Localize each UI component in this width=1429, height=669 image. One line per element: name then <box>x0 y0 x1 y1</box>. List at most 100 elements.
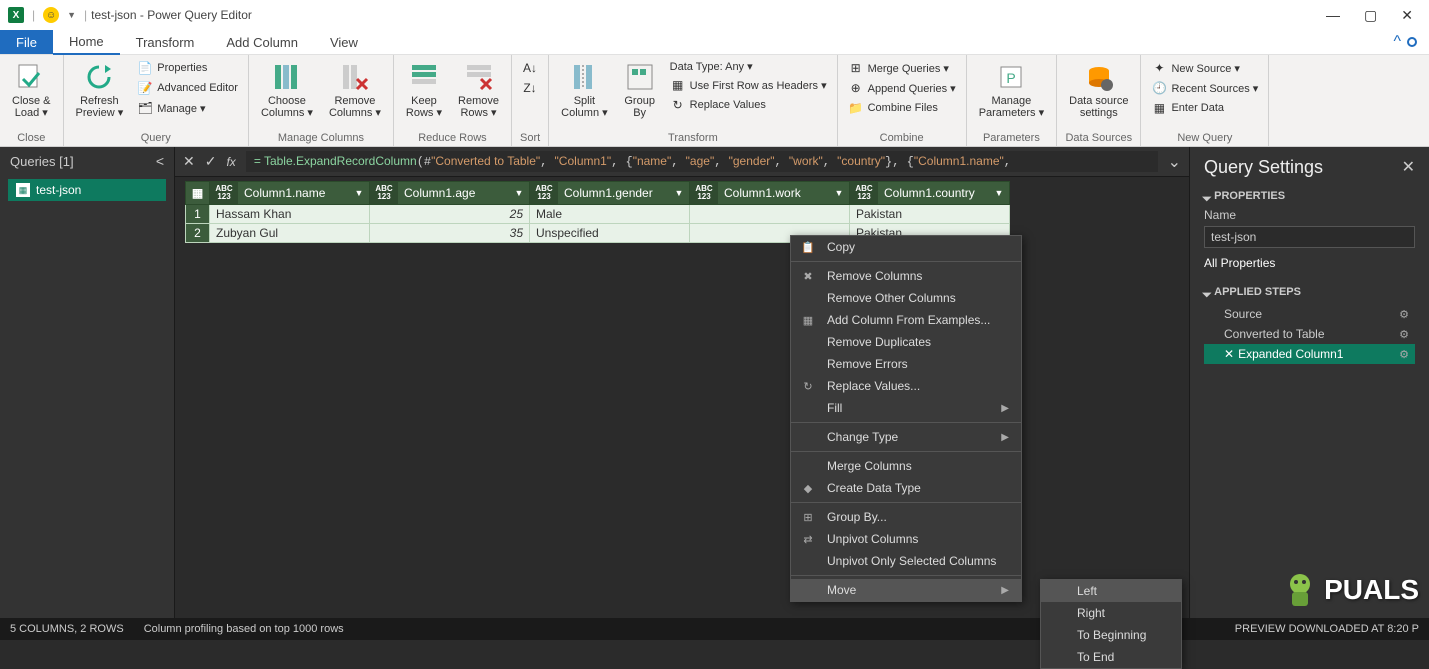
title-bar: X | ☺ ▼ | test-json - Power Query Editor… <box>0 0 1429 30</box>
tab-add-column[interactable]: Add Column <box>210 31 314 54</box>
cancel-formula-button[interactable]: ✕ <box>183 153 195 170</box>
first-row-headers-button[interactable]: ▦Use First Row as Headers ▾ <box>668 76 829 94</box>
type-icon: ABC123 <box>210 182 238 204</box>
delete-step-icon[interactable]: ✕ <box>1224 347 1234 361</box>
fx-icon[interactable]: fx <box>226 155 235 169</box>
menu-copy[interactable]: 📋Copy <box>791 236 1021 258</box>
manage-button[interactable]: 🗂Manage ▾ <box>135 99 240 117</box>
menu-unpivot-columns[interactable]: ⇄Unpivot Columns <box>791 528 1021 550</box>
applied-steps-header[interactable]: APPLIED STEPS <box>1204 286 1415 298</box>
advanced-editor-button[interactable]: 📝Advanced Editor <box>135 79 240 97</box>
data-type-button[interactable]: Data Type: Any ▾ <box>668 59 829 74</box>
menu-remove-errors[interactable]: Remove Errors <box>791 353 1021 375</box>
column-header-work[interactable]: ABC123Column1.work▼ <box>690 182 850 205</box>
properties-section-header[interactable]: PROPERTIES <box>1204 190 1415 202</box>
maximize-button[interactable]: ▢ <box>1364 7 1377 24</box>
name-label: Name <box>1204 208 1415 222</box>
group-icon: ⊞ <box>799 511 817 524</box>
close-settings-button[interactable]: ✕ <box>1402 157 1415 177</box>
tab-home[interactable]: Home <box>53 30 120 55</box>
manage-parameters-button[interactable]: PManage Parameters ▾ <box>975 59 1048 121</box>
filter-icon[interactable]: ▼ <box>349 188 369 198</box>
collapse-ribbon-icon[interactable]: ^ <box>1393 33 1401 51</box>
submenu-to-end[interactable]: To End <box>1041 646 1181 668</box>
step-converted[interactable]: Converted to Table⚙ <box>1204 324 1415 344</box>
refresh-preview-button[interactable]: Refresh Preview ▾ <box>72 59 128 121</box>
query-name-input[interactable] <box>1204 226 1415 248</box>
gear-icon[interactable]: ⚙ <box>1399 308 1409 321</box>
menu-fill[interactable]: Fill▶ <box>791 397 1021 419</box>
smiley-icon[interactable]: ☺ <box>43 7 59 23</box>
column-header-name[interactable]: ABC123Column1.name▼ <box>210 182 370 205</box>
menu-unpivot-selected[interactable]: Unpivot Only Selected Columns <box>791 550 1021 572</box>
keep-rows-button[interactable]: Keep Rows ▾ <box>402 59 446 121</box>
close-window-button[interactable]: ✕ <box>1401 7 1413 24</box>
step-source[interactable]: Source⚙ <box>1204 304 1415 324</box>
menu-change-type[interactable]: Change Type▶ <box>791 426 1021 448</box>
filter-icon[interactable]: ▼ <box>509 188 529 198</box>
step-expanded[interactable]: ✕Expanded Column1⚙ <box>1204 344 1415 364</box>
queries-collapse-icon[interactable]: < <box>156 153 164 169</box>
menu-merge-columns[interactable]: Merge Columns <box>791 455 1021 477</box>
combine-files-button[interactable]: 📁Combine Files <box>846 99 958 117</box>
filter-icon[interactable]: ▼ <box>829 188 849 198</box>
remove-columns-button[interactable]: Remove Columns ▾ <box>325 59 385 121</box>
submenu-right[interactable]: Right <box>1041 602 1181 624</box>
data-source-settings-button[interactable]: Data source settings <box>1065 59 1132 121</box>
menu-remove-columns[interactable]: ✖Remove Columns <box>791 265 1021 287</box>
copy-icon: 📋 <box>799 241 817 254</box>
menu-group-by[interactable]: ⊞Group By... <box>791 506 1021 528</box>
column-header-age[interactable]: ABC123Column1.age▼ <box>370 182 530 205</box>
menu-remove-duplicates[interactable]: Remove Duplicates <box>791 331 1021 353</box>
remove-rows-button[interactable]: Remove Rows ▾ <box>454 59 503 121</box>
menu-replace-values[interactable]: ↻Replace Values... <box>791 375 1021 397</box>
menu-create-data-type[interactable]: ◆Create Data Type <box>791 477 1021 499</box>
sort-desc-button[interactable]: Z↓ <box>520 79 540 97</box>
recent-sources-button[interactable]: 🕘Recent Sources ▾ <box>1149 79 1260 97</box>
choose-columns-button[interactable]: Choose Columns ▾ <box>257 59 317 121</box>
replace-values-button[interactable]: ↻Replace Values <box>668 96 829 114</box>
formula-bar: ✕ ✓ fx = Table.ExpandRecordColumn(#"Conv… <box>175 147 1189 177</box>
minimize-button[interactable]: — <box>1326 7 1340 24</box>
filter-icon[interactable]: ▼ <box>669 188 689 198</box>
help-icon[interactable] <box>1407 37 1417 47</box>
formula-input[interactable]: = Table.ExpandRecordColumn(#"Converted t… <box>246 151 1158 172</box>
gear-icon[interactable]: ⚙ <box>1399 328 1409 341</box>
sort-asc-button[interactable]: A↓ <box>520 59 540 77</box>
table-row[interactable]: 1 Hassam Khan 25 Male Pakistan <box>186 205 1010 224</box>
query-settings-pane: Query Settings ✕ PROPERTIES Name All Pro… <box>1189 147 1429 618</box>
confirm-formula-button[interactable]: ✓ <box>205 153 217 170</box>
gear-icon[interactable]: ⚙ <box>1399 348 1409 361</box>
append-queries-button[interactable]: ⊕Append Queries ▾ <box>846 79 958 97</box>
new-source-button[interactable]: ✦New Source ▾ <box>1149 59 1260 77</box>
status-preview-time: PREVIEW DOWNLOADED AT 8:20 P <box>1235 623 1419 635</box>
data-type-icon: ◆ <box>799 482 817 495</box>
column-header-country[interactable]: ABC123Column1.country▼ <box>850 182 1010 205</box>
split-column-button[interactable]: Split Column ▾ <box>557 59 611 121</box>
query-item[interactable]: ▦ test-json <box>8 179 166 201</box>
properties-button[interactable]: 📄Properties <box>135 59 240 77</box>
group-by-button[interactable]: Group By <box>620 59 660 121</box>
status-profiling: Column profiling based on top 1000 rows <box>144 623 344 635</box>
qat-dropdown-icon[interactable]: ▼ <box>67 10 76 20</box>
menu-move[interactable]: Move▶ <box>791 579 1021 601</box>
ribbon: Close & Load ▾ Close Refresh Preview ▾ 📄… <box>0 55 1429 147</box>
menu-add-column-from-examples[interactable]: ▦Add Column From Examples... <box>791 309 1021 331</box>
tab-view[interactable]: View <box>314 31 374 54</box>
ribbon-tabs: File Home Transform Add Column View ^ <box>0 30 1429 55</box>
table-corner[interactable]: ▦ <box>186 182 210 205</box>
merge-queries-button[interactable]: ⊞Merge Queries ▾ <box>846 59 958 77</box>
type-icon: ABC123 <box>370 182 398 204</box>
close-load-button[interactable]: Close & Load ▾ <box>8 59 55 121</box>
tab-transform[interactable]: Transform <box>120 31 211 54</box>
column-header-gender[interactable]: ABC123Column1.gender▼ <box>530 182 690 205</box>
enter-data-button[interactable]: ▦Enter Data <box>1149 99 1260 117</box>
tab-file[interactable]: File <box>0 30 53 54</box>
all-properties-link[interactable]: All Properties <box>1204 256 1415 270</box>
submenu-left[interactable]: Left <box>1041 580 1181 602</box>
type-icon: ABC123 <box>850 182 878 204</box>
menu-remove-other-columns[interactable]: Remove Other Columns <box>791 287 1021 309</box>
filter-icon[interactable]: ▼ <box>989 188 1009 198</box>
submenu-to-beginning[interactable]: To Beginning <box>1041 624 1181 646</box>
expand-formula-icon[interactable]: ⌄ <box>1168 152 1181 172</box>
